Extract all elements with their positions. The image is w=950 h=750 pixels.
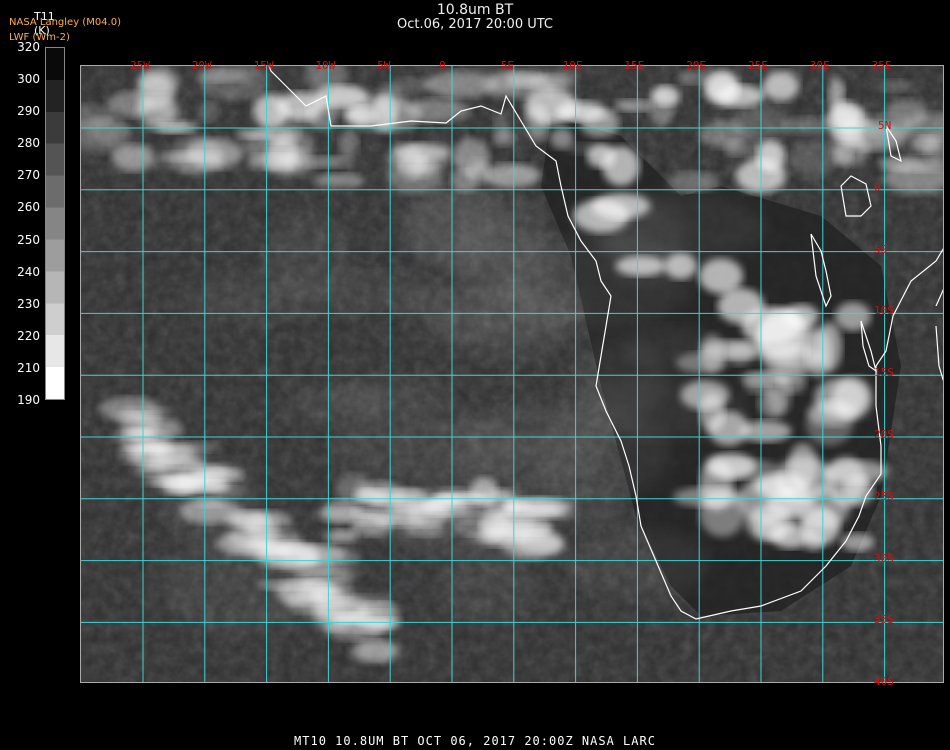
colorbar-tick: 270: [17, 168, 40, 183]
colorbar-tick: 300: [17, 72, 40, 87]
longitude-label: 30E: [809, 59, 830, 72]
latitude-label: 20S: [874, 428, 894, 441]
longitude-label: 35E: [871, 59, 892, 72]
latitude-label: 30S: [874, 551, 894, 565]
longitude-label: 10E: [562, 59, 583, 72]
colorbar-tick: 190: [17, 393, 40, 407]
longitude-label: 0: [439, 59, 446, 72]
latitude-label: 10S: [874, 304, 894, 318]
longitude-label: 25W: [130, 59, 150, 72]
colorbar-tick: 280: [17, 136, 40, 151]
longitude-label: 10W: [315, 59, 336, 72]
longitude-label: 20W: [191, 59, 212, 72]
temperature-colorbar: [45, 47, 65, 400]
longitude-label: 20E: [686, 59, 707, 72]
latitude-label: 5N: [878, 119, 892, 132]
colorbar-tick: 320: [17, 40, 40, 54]
colorbar-tick: 240: [17, 264, 40, 279]
latitude-label: 40S: [874, 675, 894, 689]
product-title: 10.8um BT: [436, 2, 514, 18]
latitude-label: 25S: [874, 489, 894, 503]
longitude-label: 5W: [377, 59, 391, 72]
longitude-label: 25E: [748, 59, 768, 72]
satellite-map[interactable]: [80, 65, 944, 683]
latitude-label: 5S: [874, 242, 888, 256]
datetime-title: Oct.06, 2017 20:00 UTC: [397, 17, 553, 32]
colorbar-tick: 250: [17, 232, 40, 247]
colorbar-tick: 290: [17, 104, 40, 119]
longitude-label: 5E: [500, 59, 515, 72]
colorbar-tick: 230: [17, 296, 40, 311]
longitude-label: 15W: [253, 59, 274, 72]
longitude-label: 15E: [624, 59, 645, 72]
latitude-label: 15S: [874, 366, 894, 380]
colorbar-tick: 210: [17, 360, 40, 375]
footer-caption: MT10 10.8UM BT OCT 06, 2017 20:00Z NASA …: [294, 734, 656, 748]
colorbar-tick: 260: [17, 200, 40, 215]
latitude-label: 35S: [874, 613, 894, 627]
latitude-label: 0: [874, 180, 881, 194]
map-svg: [81, 66, 943, 682]
colorbar-tick: 220: [17, 328, 40, 343]
